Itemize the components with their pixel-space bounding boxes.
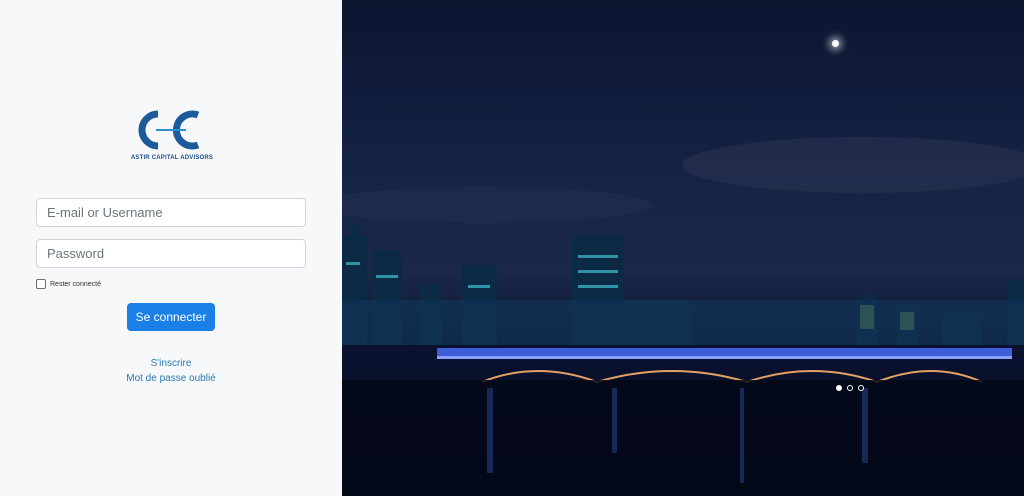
brand-logo: ASTIR CAPITAL ADVISORS	[130, 108, 214, 168]
brand-name: ASTIR CAPITAL ADVISORS	[130, 155, 214, 161]
city-skyline-image	[342, 137, 1024, 496]
star-light	[832, 40, 839, 47]
carousel-dot-2[interactable]	[847, 385, 853, 391]
logo-icon	[138, 110, 200, 150]
password-input[interactable]	[36, 239, 306, 268]
carousel-dot-3[interactable]	[858, 385, 864, 391]
login-button[interactable]: Se connecter	[127, 303, 215, 331]
carousel-indicators	[836, 385, 864, 391]
remember-label: Rester connecté	[50, 280, 101, 288]
remember-checkbox[interactable]	[36, 279, 46, 289]
signup-link[interactable]: S'inscrire	[0, 358, 342, 369]
login-panel: ASTIR CAPITAL ADVISORS Rester connecté S…	[0, 0, 342, 496]
carousel-dot-1[interactable]	[836, 385, 842, 391]
remember-me[interactable]: Rester connecté	[36, 279, 101, 289]
forgot-password-link[interactable]: Mot de passe oublié	[0, 373, 342, 384]
email-input[interactable]	[36, 198, 306, 227]
hero-image	[342, 0, 1024, 496]
